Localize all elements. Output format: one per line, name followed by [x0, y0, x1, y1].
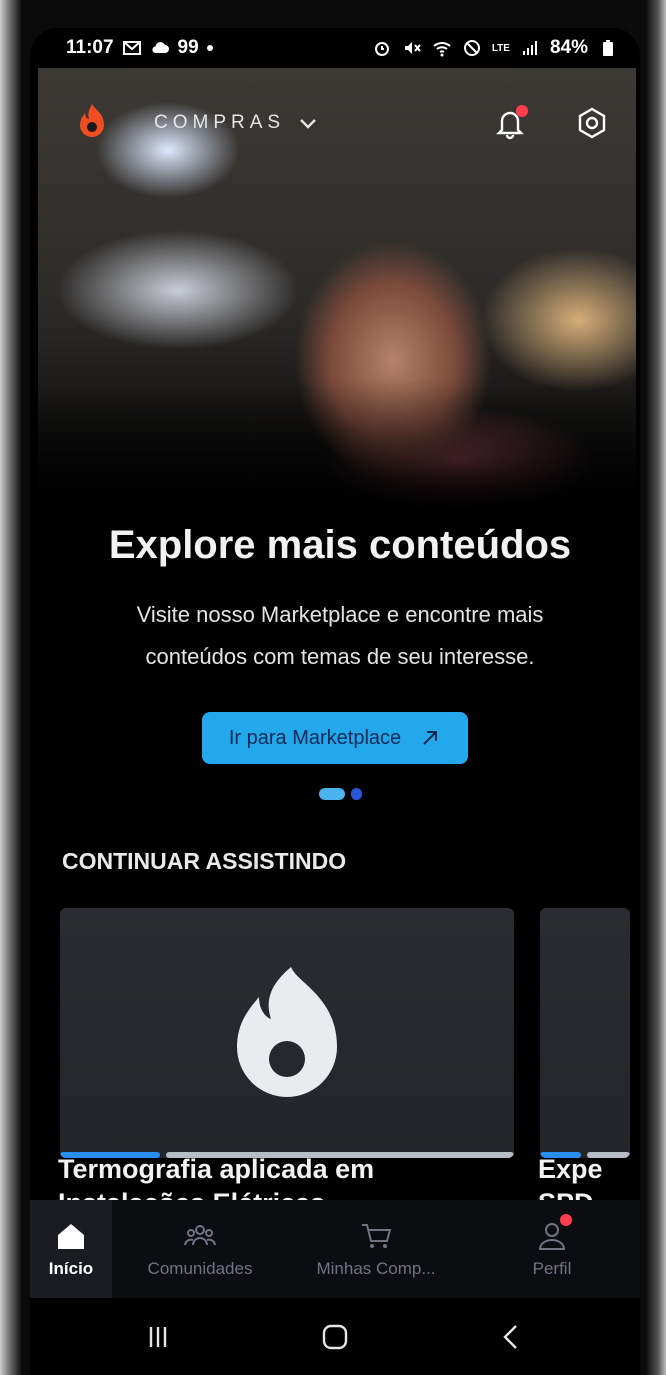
battery-icon: [603, 40, 613, 56]
status-time: 11:07: [66, 37, 114, 58]
wifi-icon: [433, 42, 451, 57]
hotmart-logo-icon: [80, 104, 104, 137]
carousel-indicator: [30, 788, 640, 800]
continue-watching-card[interactable]: [540, 908, 630, 1158]
battery-level: 84%: [549, 37, 588, 58]
people-icon: [184, 1225, 216, 1246]
promo-banner: Explore mais conteúdos Visite nosso Mark…: [30, 523, 640, 800]
nav-item-profile[interactable]: Perfil: [464, 1200, 640, 1298]
profile-badge: [560, 1214, 572, 1226]
network-label: LTE: [491, 42, 510, 54]
external-link-icon: [423, 731, 438, 745]
nav-label-home: Início: [48, 1259, 94, 1278]
home-icon: [58, 1224, 84, 1249]
course-title-line1: Termografia aplicada em: [58, 1154, 375, 1184]
course-thumbnail-flame-icon: [237, 967, 337, 1097]
status-dot: [206, 45, 213, 51]
cloud-icon: [152, 42, 169, 53]
block-icon: [463, 40, 480, 56]
go-to-marketplace-label: Ir para Marketplace: [228, 726, 402, 749]
section-switcher[interactable]: COMPRAS: [154, 112, 319, 134]
bottom-navigation: Início Comunidades Minhas Comp... Perfil: [30, 1200, 640, 1298]
status-right: LTE 84%: [372, 37, 618, 59]
alarm-icon: [374, 42, 389, 56]
settings-icon: [578, 107, 606, 139]
recents-button[interactable]: [136, 1315, 180, 1359]
recents-icon: [150, 1326, 167, 1347]
nav-label-communities: Comunidades: [147, 1259, 253, 1278]
signal-icon: [522, 41, 537, 55]
cart-icon: [362, 1224, 392, 1248]
system-navigation-bar: [30, 1298, 640, 1375]
hero-fade: [38, 380, 636, 520]
go-to-marketplace-button[interactable]: Ir para Marketplace: [202, 712, 468, 764]
settings-button[interactable]: [568, 99, 616, 147]
promo-subtitle: Visite nosso Marketplace e encontre mais…: [136, 602, 544, 669]
nav-item-communities[interactable]: Comunidades: [112, 1200, 288, 1298]
carousel-dot-active[interactable]: [318, 788, 345, 800]
notifications-button[interactable]: [486, 99, 534, 147]
status-left: 11:07 99: [66, 37, 213, 59]
back-button[interactable]: [490, 1315, 534, 1359]
notification-badge: [516, 105, 528, 117]
back-icon: [502, 1324, 517, 1349]
continue-watching-title: CONTINUAR ASSISTINDO: [62, 848, 347, 874]
chevron-down-icon: [300, 119, 316, 129]
app-screen: 11:07 99 LTE 84% COMPRAS Explore mais co…: [30, 28, 640, 1375]
nav-label-purchases: Minhas Comp...: [316, 1259, 436, 1278]
home-system-button[interactable]: [313, 1315, 357, 1359]
continue-watching-card[interactable]: [60, 908, 514, 1158]
mail-icon: [122, 41, 141, 55]
phone-frame: 11:07 99 LTE 84% COMPRAS Explore mais co…: [0, 0, 666, 1375]
home-circle-icon: [322, 1324, 348, 1349]
status-bar: 11:07 99 LTE 84%: [30, 28, 640, 68]
nav-item-purchases[interactable]: Minhas Comp...: [288, 1200, 464, 1298]
promo-title: Explore mais conteúdos: [108, 523, 572, 567]
nav-label-profile: Perfil: [532, 1259, 572, 1278]
section-label: COMPRAS: [154, 112, 286, 133]
app-top-bar: COMPRAS: [30, 88, 640, 158]
carousel-dot[interactable]: [350, 788, 362, 800]
mute-icon: [404, 42, 421, 54]
status-indicator-count: 99: [177, 37, 199, 58]
nav-item-home[interactable]: Início: [30, 1200, 112, 1298]
top-actions: [486, 99, 616, 147]
course-title-line1: Expe: [538, 1154, 603, 1184]
